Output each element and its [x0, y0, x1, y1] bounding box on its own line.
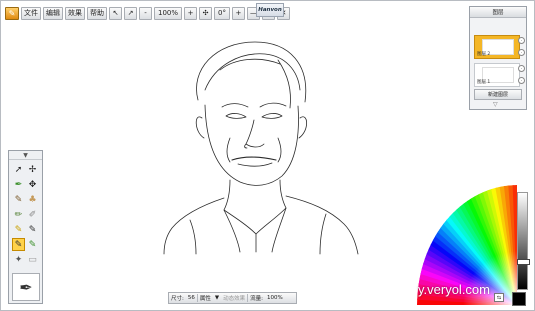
- layer-label: 图层 2: [477, 52, 491, 57]
- brightness-slider[interactable]: [517, 192, 530, 290]
- brand-logo: Hanvon: [256, 3, 284, 17]
- slider-handle[interactable]: [517, 259, 530, 265]
- menu-effects[interactable]: 效果: [65, 6, 85, 20]
- wand-icon[interactable]: ✦: [12, 253, 25, 266]
- move-icon[interactable]: ✣: [199, 6, 213, 20]
- brush-icon[interactable]: ✎: [12, 193, 25, 206]
- redo-icon[interactable]: ↗: [124, 6, 137, 20]
- size-label: 尺寸:: [171, 296, 184, 302]
- move-arrow-icon[interactable]: ✥: [26, 178, 39, 191]
- lock-icon[interactable]: ·: [518, 77, 525, 84]
- drawing-canvas[interactable]: [160, 30, 360, 255]
- layers-panel: 图层 图层 2 · · 图层 1 · · 新建图层 ▽: [469, 6, 527, 110]
- crayon-icon[interactable]: ✎: [26, 238, 39, 251]
- top-toolbar: ✎ 文件 编辑 效果 帮助 ↖ ↗ - 100% + ✣ 0° + — ☐ ✕: [5, 6, 290, 20]
- current-tool-preview-icon[interactable]: ✒: [12, 273, 40, 301]
- chevron-down-icon[interactable]: ▼: [213, 295, 221, 301]
- menu-help[interactable]: 帮助: [87, 6, 107, 20]
- active-brush-icon[interactable]: ✎: [12, 238, 25, 251]
- layer-label: 图层 1: [477, 80, 491, 85]
- undo-icon[interactable]: ↖: [109, 6, 122, 20]
- select-cross-icon[interactable]: ✢: [26, 163, 39, 176]
- menu-edit[interactable]: 编辑: [43, 6, 63, 20]
- swap-colors-icon[interactable]: ⇆: [494, 293, 504, 302]
- layer-item-1[interactable]: 图层 1: [474, 63, 520, 87]
- rotate-button[interactable]: +: [231, 6, 245, 20]
- dynamic-effect-button[interactable]: 动态效果: [221, 294, 247, 302]
- chevron-down-icon[interactable]: ▼: [9, 151, 42, 160]
- lock-icon[interactable]: ·: [518, 49, 525, 56]
- menu-file[interactable]: 文件: [21, 6, 41, 20]
- select-arrow-icon[interactable]: ➚: [12, 163, 25, 176]
- marker-dark-icon[interactable]: ✎: [26, 223, 39, 236]
- airbrush-icon[interactable]: ✐: [26, 208, 39, 221]
- layer-item-2[interactable]: 图层 2: [474, 35, 520, 59]
- tool-panel: ▼ ➚ ✢ ✒ ✥ ✎ ♣ ✏ ✐ ✎ ✎ ✎ ✎ ✦ ▭ ✒: [8, 150, 43, 304]
- collapse-icon[interactable]: ▽: [493, 101, 498, 108]
- zoom-out-button[interactable]: -: [139, 6, 152, 20]
- flow-label: 流量:: [250, 296, 263, 302]
- current-color-swatch[interactable]: [512, 292, 526, 306]
- watermark: y.veryol.com: [418, 282, 490, 297]
- eraser-icon[interactable]: ▭: [26, 253, 39, 266]
- flow-value[interactable]: 100%: [265, 295, 285, 301]
- pen-green-icon[interactable]: ✒: [12, 178, 25, 191]
- zoom-in-button[interactable]: +: [184, 6, 198, 20]
- bucket-icon[interactable]: ♣: [26, 193, 39, 206]
- pencil-icon[interactable]: ✏: [12, 208, 25, 221]
- brush-status-bar: 尺寸: 56 属性 ▼ 动态效果 流量: 100%: [168, 292, 297, 304]
- layers-panel-title: 图层: [470, 7, 526, 18]
- marker-yellow-icon[interactable]: ✎: [12, 223, 25, 236]
- app-logo-icon[interactable]: ✎: [5, 6, 19, 20]
- new-layer-button[interactable]: 新建图层: [474, 89, 522, 100]
- visibility-icon[interactable]: ·: [518, 37, 525, 44]
- zoom-level: 100%: [154, 6, 183, 20]
- properties-button[interactable]: 属性: [198, 294, 213, 302]
- rotation-value: 0°: [214, 6, 230, 20]
- visibility-icon[interactable]: ·: [518, 65, 525, 72]
- size-value[interactable]: 56: [186, 295, 197, 301]
